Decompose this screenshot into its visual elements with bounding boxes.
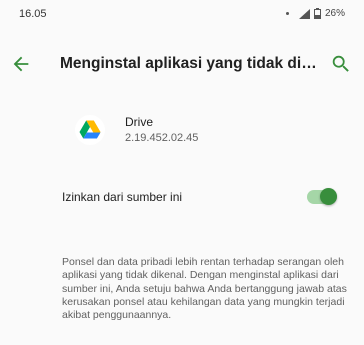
allow-toggle-switch[interactable] bbox=[307, 188, 337, 205]
notification-dot-icon bbox=[285, 12, 289, 15]
allow-from-source-setting[interactable]: Izinkan dari sumber ini bbox=[0, 182, 364, 212]
signal-icon bbox=[298, 8, 310, 19]
app-name: Drive bbox=[125, 115, 154, 129]
app-bar: Menginstal aplikasi yang tidak dikenal bbox=[0, 46, 364, 82]
battery-icon bbox=[313, 8, 321, 19]
battery-percent: 26% bbox=[324, 8, 345, 19]
status-bar: 16.05 26% bbox=[0, 0, 364, 30]
app-version: 2.19.452.02.45 bbox=[125, 132, 199, 144]
app-text: Drive 2.19.452.02.45 bbox=[125, 114, 198, 146]
google-drive-icon bbox=[75, 115, 105, 145]
app-info: Drive 2.19.452.02.45 bbox=[75, 108, 198, 152]
status-time: 16.05 bbox=[19, 8, 47, 20]
page-title: Menginstal aplikasi yang tidak dikenal bbox=[60, 55, 318, 72]
toggle-thumb bbox=[320, 188, 337, 205]
search-icon[interactable] bbox=[330, 53, 352, 75]
setting-label: Izinkan dari sumber ini bbox=[62, 190, 183, 204]
warning-text: Ponsel dan data pribadi lebih rentan ter… bbox=[62, 256, 347, 322]
arrow-back-icon[interactable] bbox=[10, 53, 32, 75]
status-indicators: 26% bbox=[285, 8, 345, 19]
